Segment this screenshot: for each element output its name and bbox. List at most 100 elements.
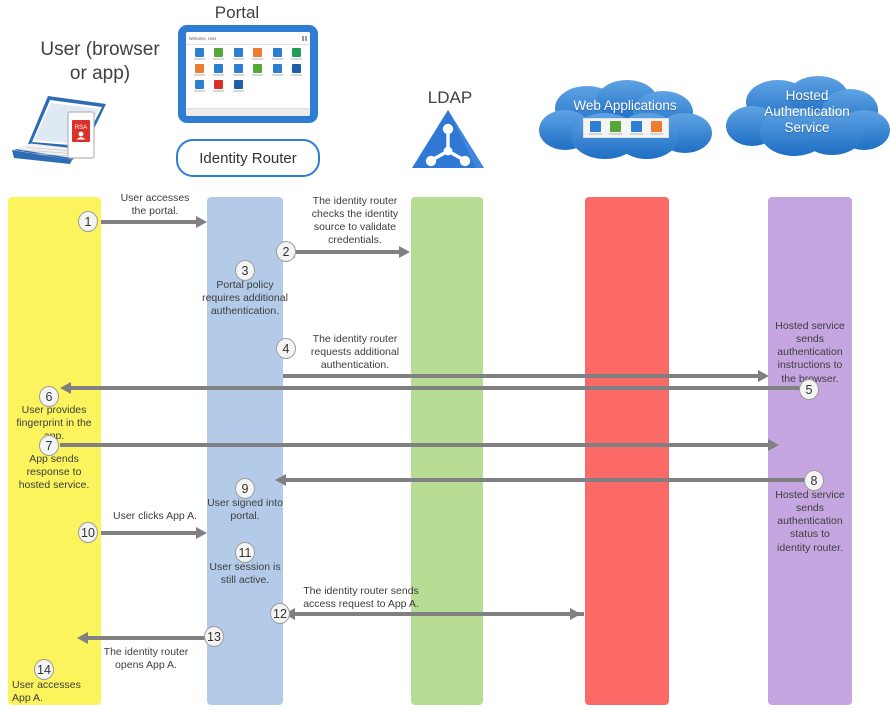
portal-app-grid bbox=[186, 45, 310, 108]
app-tile-caption bbox=[271, 74, 283, 76]
portal-tablet-icon: Welcome, User bbox=[178, 25, 318, 123]
caption-step-1-line2: the portal. bbox=[131, 205, 179, 218]
app-tile-caption bbox=[213, 58, 225, 60]
step-marker-13[interactable]: 13 bbox=[204, 626, 224, 647]
caption-step-7-line2: response to bbox=[26, 466, 82, 479]
app-tile-icon bbox=[233, 48, 243, 57]
app-tile-icon bbox=[253, 48, 263, 57]
web-app-tile[interactable] bbox=[609, 121, 623, 135]
app-tile-icon bbox=[214, 48, 224, 57]
caption-step-7-line3: hosted service. bbox=[18, 479, 90, 492]
web-app-tile-icon bbox=[651, 121, 663, 132]
portal-app-tile[interactable] bbox=[288, 64, 307, 79]
arrow-head-step-5 bbox=[60, 382, 71, 394]
hosted-label-line2: Authentication bbox=[764, 103, 850, 119]
step-marker-5[interactable]: 5 bbox=[799, 379, 819, 400]
app-tile-caption bbox=[232, 90, 244, 92]
web-app-tile[interactable] bbox=[588, 121, 602, 135]
arrow-step-12 bbox=[292, 612, 584, 616]
lane-hosted-authentication bbox=[768, 197, 852, 705]
step-marker-11[interactable]: 11 bbox=[235, 542, 255, 563]
step-marker-6[interactable]: 6 bbox=[39, 386, 59, 407]
arrow-head-step-2-right bbox=[399, 246, 410, 258]
app-tile-caption bbox=[193, 90, 205, 92]
portal-app-tile[interactable] bbox=[190, 80, 209, 95]
portal-app-tile[interactable] bbox=[288, 48, 307, 63]
arrow-head-step-7 bbox=[768, 439, 779, 451]
caption-step-5-line4: instructions to bbox=[777, 359, 843, 372]
step-marker-14[interactable]: 14 bbox=[34, 659, 54, 680]
app-tile-caption bbox=[232, 74, 244, 76]
app-tile-icon bbox=[292, 48, 302, 57]
step-marker-4[interactable]: 4 bbox=[276, 338, 296, 359]
portal-app-tile[interactable] bbox=[268, 64, 287, 79]
arrow-head-step-10 bbox=[196, 527, 207, 539]
portal-app-tile[interactable] bbox=[249, 48, 268, 63]
caption-step-4-line1: The identity router bbox=[312, 333, 398, 345]
portal-app-tile[interactable] bbox=[210, 48, 229, 63]
portal-menu-icon bbox=[302, 35, 307, 41]
caption-step-2-line3: source to validate bbox=[313, 221, 397, 234]
lane-ldap bbox=[411, 197, 483, 705]
lane-web-applications bbox=[585, 197, 669, 705]
app-tile-icon bbox=[272, 48, 282, 57]
portal-app-tile[interactable] bbox=[190, 64, 209, 79]
portal-app-tile[interactable] bbox=[249, 64, 268, 79]
caption-step-8-line2: sends bbox=[795, 502, 825, 515]
portal-app-tile[interactable] bbox=[229, 48, 248, 63]
step-marker-10[interactable]: 10 bbox=[78, 522, 98, 543]
app-tile-caption bbox=[213, 74, 225, 76]
app-tile-icon bbox=[194, 80, 204, 89]
user-label-line1: User (browser bbox=[40, 39, 160, 60]
arrow-head-step-13 bbox=[77, 632, 88, 644]
web-app-tile-icon bbox=[589, 121, 601, 132]
caption-step-3-line3: authentication. bbox=[210, 305, 280, 318]
caption-step-13-line2: opens App A. bbox=[115, 659, 177, 672]
step-marker-8[interactable]: 8 bbox=[804, 470, 824, 491]
portal-app-tile[interactable] bbox=[190, 48, 209, 63]
hosted-authentication-cloud: Hosted Authentication Service bbox=[722, 72, 890, 164]
web-applications-cloud: Web Applications bbox=[535, 78, 715, 164]
arrow-step-8 bbox=[283, 478, 808, 482]
step-marker-9[interactable]: 9 bbox=[235, 478, 255, 499]
caption-step-8-line1: Hosted service bbox=[775, 489, 845, 501]
arrow-step-1 bbox=[101, 220, 199, 224]
step-marker-12[interactable]: 12 bbox=[270, 603, 290, 624]
diagram-canvas: User (browser or app) RSA Portal Welcome… bbox=[0, 0, 890, 710]
identity-router-pill: Identity Router bbox=[176, 139, 320, 177]
ldap-icon bbox=[412, 110, 484, 168]
caption-step-10: User clicks App A. bbox=[95, 510, 215, 523]
step-marker-2[interactable]: 2 bbox=[276, 241, 296, 262]
arrow-step-7 bbox=[60, 443, 772, 447]
portal-screen: Welcome, User bbox=[186, 32, 310, 116]
app-tile-icon bbox=[194, 48, 204, 57]
app-tile-icon bbox=[194, 64, 204, 73]
web-app-tile[interactable] bbox=[629, 121, 643, 135]
caption-step-13-line1: The identity router bbox=[103, 646, 189, 658]
caption-step-5: Hosted service sends authentication inst… bbox=[766, 320, 854, 386]
caption-step-12-line1: The identity router sends bbox=[303, 585, 419, 597]
caption-step-2-line2: checks the identity bbox=[311, 208, 399, 221]
portal-app-tile[interactable] bbox=[210, 80, 229, 95]
app-tile-caption bbox=[252, 74, 264, 76]
caption-step-1-line1: User accesses bbox=[120, 192, 190, 204]
portal-app-tile[interactable] bbox=[210, 64, 229, 79]
step-marker-7[interactable]: 7 bbox=[39, 435, 59, 456]
app-tile-icon bbox=[214, 64, 224, 73]
portal-app-tile[interactable] bbox=[229, 64, 248, 79]
step-marker-1[interactable]: 1 bbox=[78, 211, 98, 232]
caption-step-6-line2: fingerprint in the bbox=[16, 417, 92, 430]
portal-app-tile[interactable] bbox=[229, 80, 248, 95]
arrow-head-step-8 bbox=[275, 474, 286, 486]
caption-step-5-line1: Hosted service bbox=[775, 320, 845, 332]
arrow-step-10 bbox=[101, 531, 199, 535]
web-app-tile-caption bbox=[629, 133, 643, 135]
caption-step-7-line1: App sends bbox=[29, 453, 79, 465]
portal-app-tile[interactable] bbox=[268, 48, 287, 63]
arrow-step-4 bbox=[283, 374, 763, 378]
caption-step-12: The identity router sends access request… bbox=[285, 585, 437, 611]
web-app-tile[interactable] bbox=[650, 121, 664, 135]
app-tile-caption bbox=[291, 58, 303, 60]
caption-step-4-line3: authentication. bbox=[320, 359, 390, 372]
step-marker-3[interactable]: 3 bbox=[235, 260, 255, 281]
